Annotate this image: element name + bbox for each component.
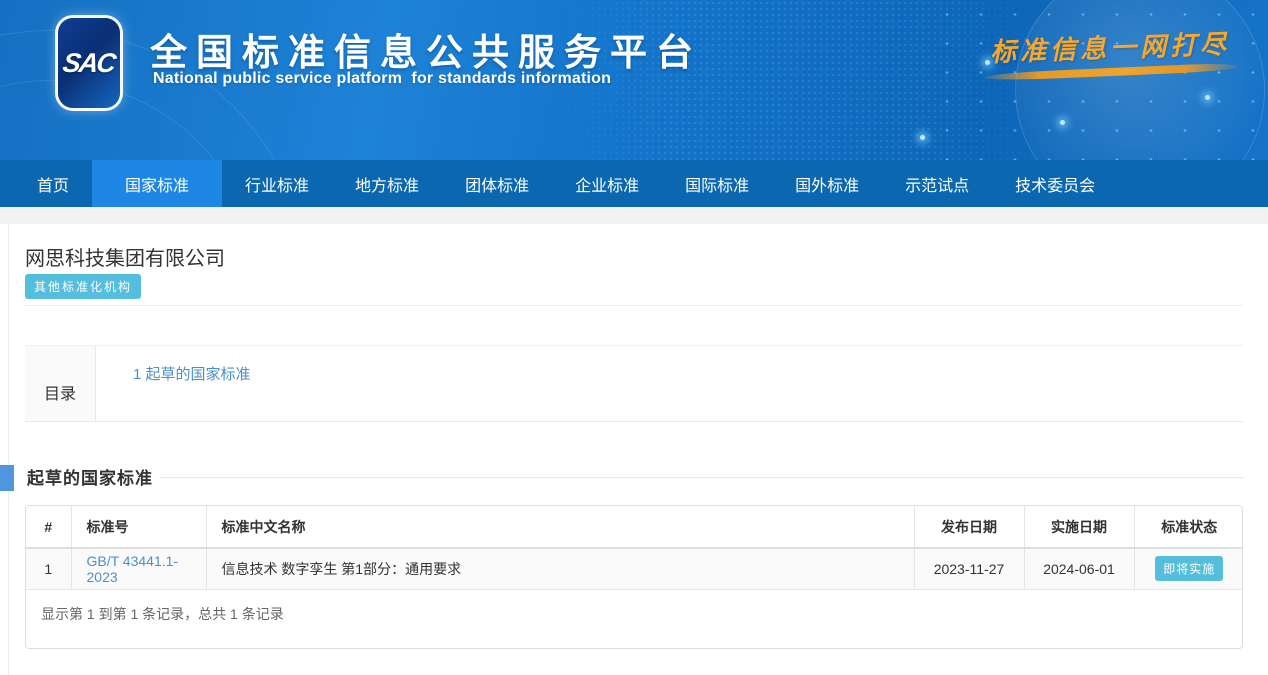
standards-table: # 标准号 标准中文名称 发布日期 实施日期 标准状态 1 GB/T 43441… [26, 506, 1243, 590]
section-rule-line [160, 477, 1243, 478]
cell-index: 1 [26, 548, 71, 589]
section-title: 起草的国家标准 [27, 464, 153, 489]
cell-chinese-name: 信息技术 数字孪生 第1部分：通用要求 [206, 548, 914, 589]
table-header-row: # 标准号 标准中文名称 发布日期 实施日期 标准状态 [26, 506, 1243, 548]
toc-label: 目录 [25, 346, 96, 421]
nav-item-foreign-standards[interactable]: 国外标准 [772, 160, 882, 207]
nav-item-pilot-demos[interactable]: 示范试点 [882, 160, 992, 207]
site-header: SAC 全国标准信息公共服务平台 National public service… [0, 0, 1268, 160]
page: SAC 全国标准信息公共服务平台 National public service… [0, 0, 1268, 675]
nav-item-group-standards[interactable]: 团体标准 [442, 160, 552, 207]
col-header-status: 标准状态 [1134, 506, 1243, 548]
nav-bottom-band [0, 207, 1268, 224]
cell-standard-code: GB/T 43441.1-2023 [71, 548, 206, 589]
site-title: 全国标准信息公共服务平台 [150, 22, 702, 76]
org-name: 网思科技集团有限公司 [25, 242, 225, 271]
nav-item-home[interactable]: 首页 [14, 160, 92, 207]
toc-link-drafted-national-standards[interactable]: 1 起草的国家标准 [133, 366, 251, 383]
sac-logo[interactable]: SAC [58, 18, 120, 108]
glow-dot [920, 135, 925, 140]
toc-panel: 目录 1 起草的国家标准 [25, 345, 1243, 422]
nav-item-local-standards[interactable]: 地方标准 [332, 160, 442, 207]
sac-logo-text: SAC [61, 48, 116, 79]
col-header-implement-date: 实施日期 [1024, 506, 1134, 548]
col-header-index: # [26, 506, 71, 548]
table-row: 1 GB/T 43441.1-2023 信息技术 数字孪生 第1部分：通用要求 … [26, 548, 1243, 589]
glow-dot [1060, 120, 1065, 125]
cell-implement-date: 2024-06-01 [1024, 548, 1134, 589]
col-header-publish-date: 发布日期 [914, 506, 1024, 548]
nav-item-international-standards[interactable]: 国际标准 [662, 160, 772, 207]
main-nav: 首页 国家标准 行业标准 地方标准 团体标准 企业标准 国际标准 国外标准 示范… [0, 160, 1268, 207]
site-subtitle: National public service platform for sta… [153, 70, 611, 88]
nav-item-national-standards[interactable]: 国家标准 [92, 160, 222, 207]
content-left-border [8, 224, 9, 675]
cell-publish-date: 2023-11-27 [914, 548, 1024, 589]
nav-item-enterprise-standards[interactable]: 企业标准 [552, 160, 662, 207]
nav-item-industry-standards[interactable]: 行业标准 [222, 160, 332, 207]
col-header-chinese-name: 标准中文名称 [206, 506, 914, 548]
record-count-summary: 显示第 1 到第 1 条记录，总共 1 条记录 [26, 590, 1242, 648]
glow-dot [1205, 95, 1210, 100]
glow-dot [985, 60, 990, 65]
status-badge: 即将实施 [1155, 556, 1223, 581]
toc-body: 1 起草的国家标准 [96, 346, 1243, 421]
nav-item-technical-committees[interactable]: 技术委员会 [992, 160, 1118, 207]
standards-table-panel: # 标准号 标准中文名称 发布日期 实施日期 标准状态 1 GB/T 43441… [25, 505, 1243, 649]
cell-status: 即将实施 [1134, 548, 1243, 589]
divider [25, 305, 1243, 306]
org-category-badge: 其他标准化机构 [25, 274, 141, 299]
section-accent-bar [0, 465, 14, 491]
standard-code-link[interactable]: GB/T 43441.1-2023 [87, 553, 179, 585]
col-header-standard-code: 标准号 [71, 506, 206, 548]
